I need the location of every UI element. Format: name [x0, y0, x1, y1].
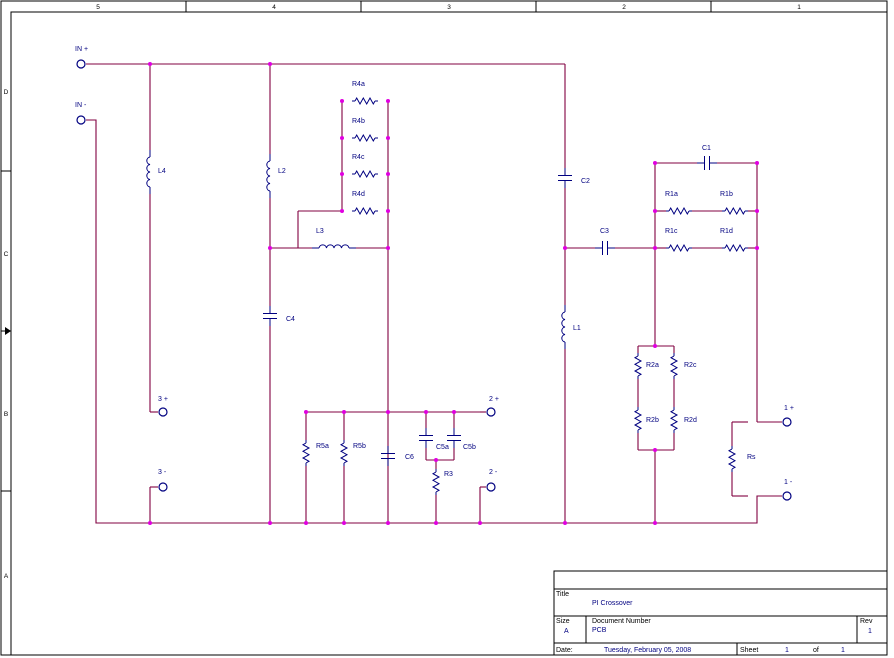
sheets-value: 1: [841, 647, 845, 654]
label-L4: L4: [158, 168, 166, 175]
label-R1b: R1b: [720, 191, 733, 198]
port-in-minus[interactable]: [76, 115, 86, 125]
title-block: [553, 570, 888, 656]
resistor-R1a[interactable]: [665, 207, 693, 215]
capacitor-C4[interactable]: [262, 305, 278, 327]
zone-row-B: B: [4, 411, 8, 418]
zone-row-C: C: [4, 251, 9, 258]
label-R4b: R4b: [352, 118, 365, 125]
of-label: of: [813, 647, 819, 654]
resistor-R3[interactable]: [432, 468, 440, 496]
label-L2: L2: [278, 168, 286, 175]
label-R3: R3: [444, 471, 453, 478]
label-R4d: R4d: [352, 191, 365, 198]
port-label-2-plus: 2 +: [489, 396, 499, 403]
zone-col-5: 5: [96, 4, 100, 11]
capacitor-C2[interactable]: [557, 167, 573, 189]
label-R2b: R2b: [646, 417, 659, 424]
label-L1: L1: [573, 325, 581, 332]
label-R4c: R4c: [352, 154, 365, 161]
port-3-plus[interactable]: [158, 407, 168, 417]
zone-col-3: 3: [447, 4, 451, 11]
date-value: Tuesday, February 05, 2008: [604, 647, 691, 654]
resistor-R1c[interactable]: [665, 244, 693, 252]
resistor-R4d[interactable]: [351, 207, 379, 215]
label-Rs: Rs: [747, 454, 756, 461]
title-value: PI Crossover: [592, 600, 633, 607]
port-2-minus[interactable]: [486, 482, 496, 492]
inductor-L3[interactable]: [311, 244, 357, 249]
port-label-1-plus: 1 +: [784, 405, 794, 412]
schematic-sheet: 5 4 3 2 1 D C B A IN + IN - 3 + 3 - 2 + …: [0, 0, 888, 656]
resistor-R5a[interactable]: [302, 439, 310, 467]
port-label-in-minus: IN -: [75, 102, 87, 109]
port-3-minus[interactable]: [158, 482, 168, 492]
label-R1c: R1c: [665, 228, 678, 235]
port-1-minus[interactable]: [782, 491, 792, 501]
size-value: A: [564, 628, 569, 635]
resistor-R4b[interactable]: [351, 134, 379, 142]
label-R5a: R5a: [316, 443, 329, 450]
label-R2c: R2c: [684, 362, 697, 369]
port-2-plus[interactable]: [486, 407, 496, 417]
resistor-R2b[interactable]: [634, 406, 642, 434]
drawing-frame: [0, 0, 888, 656]
inductor-L1[interactable]: [561, 304, 566, 350]
resistor-R4c[interactable]: [351, 170, 379, 178]
port-in-plus[interactable]: [76, 59, 86, 69]
label-C5a: C5a: [436, 444, 449, 451]
resistor-R4a[interactable]: [351, 97, 379, 105]
label-R4a: R4a: [352, 81, 365, 88]
resistor-Rs[interactable]: [728, 445, 736, 473]
label-R2a: R2a: [646, 362, 659, 369]
capacitor-C1[interactable]: [696, 155, 718, 171]
port-label-2-minus: 2 -: [489, 469, 498, 476]
resistor-R1b[interactable]: [721, 207, 749, 215]
zone-row-D: D: [4, 89, 9, 96]
resistor-R2d[interactable]: [670, 406, 678, 434]
inductor-L2[interactable]: [266, 153, 271, 199]
label-C2: C2: [581, 178, 590, 185]
label-L3: L3: [316, 228, 324, 235]
label-C3: C3: [600, 228, 609, 235]
doc-number-value: PCB: [592, 627, 607, 634]
port-1-plus[interactable]: [782, 417, 792, 427]
port-label-in-plus: IN +: [75, 46, 88, 53]
zone-col-1: 1: [797, 4, 801, 11]
resistor-R2c[interactable]: [670, 352, 678, 380]
capacitor-C3[interactable]: [594, 240, 616, 256]
resistor-R1d[interactable]: [721, 244, 749, 252]
port-label-3-plus: 3 +: [158, 396, 168, 403]
doc-number-label: Document Number: [592, 618, 651, 625]
sheet-value: 1: [785, 647, 789, 654]
capacitor-C5b[interactable]: [446, 427, 462, 449]
date-label: Date:: [556, 647, 573, 654]
label-C6: C6: [405, 454, 414, 461]
zone-col-4: 4: [272, 4, 276, 11]
title-label: Title: [556, 591, 569, 598]
label-C5b: C5b: [463, 444, 476, 451]
resistor-R2a[interactable]: [634, 352, 642, 380]
wires: [86, 63, 782, 524]
sheet-label: Sheet: [740, 647, 758, 654]
zone-col-2: 2: [622, 4, 626, 11]
label-C4: C4: [286, 316, 295, 323]
label-C1: C1: [702, 145, 711, 152]
zone-row-A: A: [4, 573, 9, 580]
port-label-3-minus: 3 -: [158, 469, 167, 476]
label-R2d: R2d: [684, 417, 697, 424]
rev-value: 1: [868, 628, 872, 635]
label-R1d: R1d: [720, 228, 733, 235]
inductor-L4[interactable]: [146, 149, 151, 195]
label-R1a: R1a: [665, 191, 678, 198]
size-label: Size: [556, 618, 570, 625]
rev-label: Rev: [860, 618, 873, 625]
port-label-1-minus: 1 -: [784, 479, 793, 486]
label-R5b: R5b: [353, 443, 366, 450]
resistor-R5b[interactable]: [340, 439, 348, 467]
capacitor-C5a[interactable]: [418, 427, 434, 449]
